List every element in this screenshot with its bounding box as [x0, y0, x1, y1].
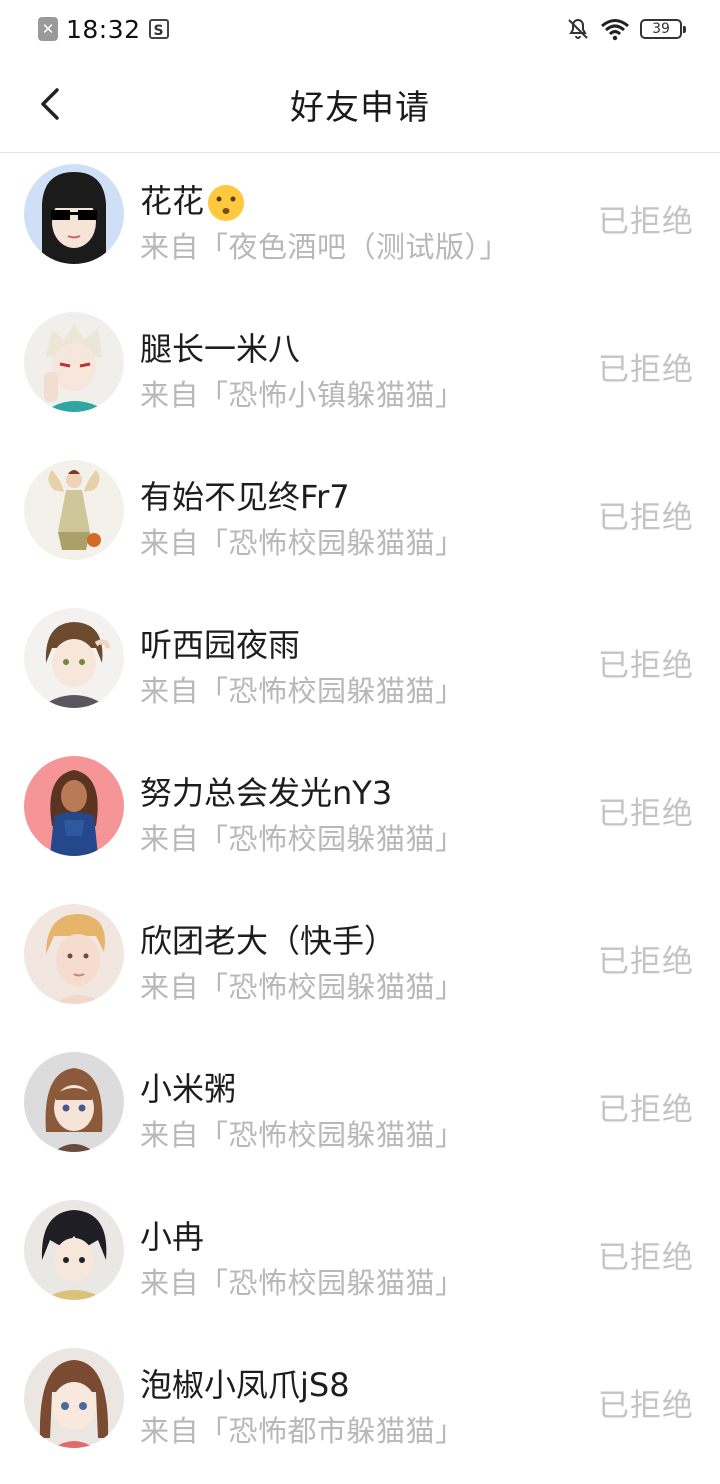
avatar[interactable] — [24, 312, 124, 412]
friend-request-row[interactable]: 泡椒小凤爪jS8 来自「恐怖都市躲猫猫」 已拒绝 — [0, 1336, 720, 1484]
request-source: 来自「恐怖小镇躲猫猫」 — [140, 378, 465, 412]
request-name: 腿长一米八 — [140, 330, 301, 368]
request-source: 来自「恐怖校园躲猫猫」 — [140, 1266, 465, 1300]
friend-request-row[interactable]: 腿长一米八 来自「恐怖小镇躲猫猫」 已拒绝 — [0, 300, 720, 448]
request-name: 有始不见终Fr7 — [140, 478, 350, 516]
friend-request-row[interactable]: 听西园夜雨 来自「恐怖校园躲猫猫」 已拒绝 — [0, 596, 720, 744]
friend-request-row[interactable]: 努力总会发光nY3 来自「恐怖校园躲猫猫」 已拒绝 — [0, 744, 720, 892]
friend-request-row[interactable]: 欣团老大（快手） 来自「恐怖校园躲猫猫」 已拒绝 — [0, 892, 720, 1040]
avatar[interactable] — [24, 460, 124, 560]
wifi-icon — [601, 19, 629, 41]
request-name: 听西园夜雨 — [140, 626, 301, 664]
avatar[interactable] — [24, 608, 124, 708]
mute-bell-icon — [568, 18, 588, 39]
request-status: 已拒绝 — [598, 1092, 694, 1128]
request-source: 来自「恐怖都市躲猫猫」 — [140, 1414, 465, 1448]
request-source: 来自「恐怖校园躲猫猫」 — [140, 822, 465, 856]
status-bar-right: 39 — [566, 14, 686, 44]
request-status: 已拒绝 — [598, 796, 694, 832]
request-status: 已拒绝 — [598, 944, 694, 980]
kissing-face-icon — [208, 185, 245, 221]
avatar[interactable] — [24, 756, 124, 856]
app-notification-icon: S — [148, 19, 169, 39]
friend-request-row[interactable]: 小米粥 来自「恐怖校园躲猫猫」 已拒绝 — [0, 1040, 720, 1188]
friend-request-row[interactable]: 小冉 来自「恐怖校园躲猫猫」 已拒绝 — [0, 1188, 720, 1336]
friend-request-row[interactable]: 花花 来自「夜色酒吧（测试版）」 已拒绝 — [0, 152, 720, 300]
request-name: 泡椒小凤爪jS8 — [140, 1366, 350, 1404]
avatar[interactable] — [24, 1348, 124, 1448]
request-status: 已拒绝 — [598, 648, 694, 684]
request-name: 小米粥 — [140, 1070, 237, 1108]
request-source: 来自「恐怖校园躲猫猫」 — [140, 970, 465, 1004]
request-name: 欣团老大（快手） — [140, 922, 397, 960]
friend-request-row[interactable]: 有始不见终Fr7 来自「恐怖校园躲猫猫」 已拒绝 — [0, 448, 720, 596]
request-status: 已拒绝 — [598, 500, 694, 536]
request-name: 花花 — [140, 176, 246, 223]
header: 好友申请 — [0, 58, 720, 153]
request-source: 来自「恐怖校园躲猫猫」 — [140, 674, 465, 708]
request-source: 来自「恐怖校园躲猫猫」 — [140, 1118, 465, 1152]
request-source: 来自「夜色酒吧（测试版）」 — [140, 230, 510, 264]
friend-request-list: 花花 来自「夜色酒吧（测试版）」 已拒绝 腿长一米八 来自「恐怖小镇躲猫猫」 已… — [0, 152, 720, 1484]
avatar[interactable] — [24, 1052, 124, 1152]
request-status: 已拒绝 — [598, 352, 694, 388]
request-source: 来自「恐怖校园躲猫猫」 — [140, 526, 465, 560]
request-name: 小冉 — [140, 1218, 205, 1256]
battery-icon: 39 — [640, 19, 686, 39]
notification-blocked-icon: ✕ — [38, 17, 58, 41]
page-title: 好友申请 — [290, 88, 430, 128]
status-bar: ✕ 18:32 S 39 — [0, 0, 720, 58]
request-status: 已拒绝 — [598, 1240, 694, 1276]
avatar[interactable] — [24, 1200, 124, 1300]
request-status: 已拒绝 — [598, 1388, 694, 1424]
avatar[interactable] — [24, 164, 124, 264]
status-bar-left: ✕ 18:32 S — [38, 14, 169, 44]
request-status: 已拒绝 — [598, 204, 694, 240]
avatar[interactable] — [24, 904, 124, 1004]
clock: 18:32 — [66, 14, 141, 44]
request-name: 努力总会发光nY3 — [140, 774, 393, 812]
